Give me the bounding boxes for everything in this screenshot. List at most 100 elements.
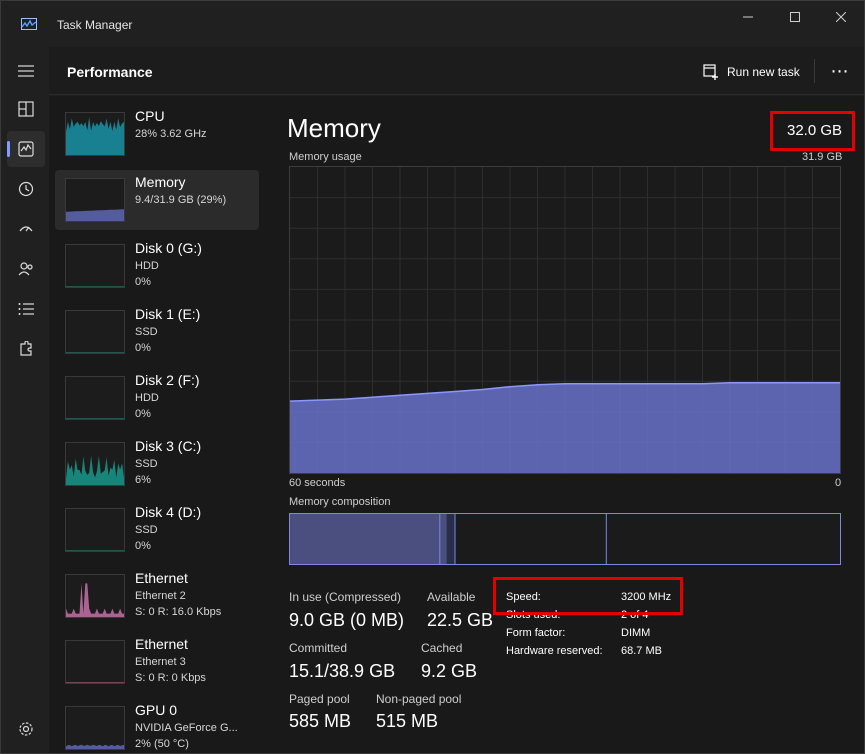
- device-item[interactable]: Disk 4 (D:) SSD 0%: [55, 500, 259, 560]
- thumbnail-area: [66, 418, 124, 419]
- device-item[interactable]: Ethernet Ethernet 2 S: 0 R: 16.0 Kbps: [55, 566, 259, 626]
- device-item[interactable]: Disk 2 (F:) HDD 0%: [55, 368, 259, 428]
- detail-title: Memory: [287, 113, 381, 143]
- close-icon: [836, 12, 846, 22]
- device-detail-line: SSD: [135, 326, 158, 338]
- device-item[interactable]: GPU 0 NVIDIA GeForce G... 2% (50 °C): [55, 698, 259, 754]
- thumbnail-svg: [66, 583, 124, 617]
- nav-users[interactable]: [7, 251, 45, 287]
- in-use-value: 9.0 GB (0 MB): [289, 610, 405, 630]
- device-thumbnail-graph: [65, 112, 125, 156]
- thumbnail-area: [66, 682, 124, 683]
- form-factor-value: DIMM: [621, 627, 651, 639]
- gear-icon: [19, 722, 33, 736]
- device-item[interactable]: Disk 3 (C:) SSD 6%: [55, 434, 259, 494]
- device-name: GPU 0: [135, 702, 178, 718]
- available-label: Available: [427, 590, 476, 604]
- memory-composition-svg: [290, 514, 607, 564]
- thumbnail-svg: [66, 744, 124, 749]
- device-name: Disk 0 (G:): [135, 240, 202, 256]
- device-thumbnail-graph: [65, 706, 125, 750]
- device-detail-line: 28% 3.62 GHz: [135, 128, 207, 140]
- window-title: Task Manager: [57, 18, 133, 32]
- title-bar: Task Manager: [1, 1, 864, 47]
- device-name: Disk 3 (C:): [135, 438, 202, 454]
- memory-usage-svg: [289, 167, 840, 473]
- device-detail-line: 6%: [135, 474, 151, 486]
- device-name: Ethernet: [135, 570, 188, 586]
- device-item[interactable]: CPU 28% 3.62 GHz: [55, 104, 259, 164]
- thumbnail-svg: [66, 682, 124, 683]
- thumbnail-area: [66, 744, 124, 749]
- device-name: Memory: [135, 174, 186, 190]
- device-item[interactable]: Ethernet Ethernet 3 S: 0 R: 0 Kbps: [55, 632, 259, 692]
- run-new-task-button[interactable]: Run new task: [703, 61, 800, 83]
- composition-modified: [446, 514, 456, 564]
- paged-pool-label: Paged pool: [289, 692, 350, 706]
- usage-chart-label: Memory usage: [289, 151, 362, 163]
- maximize-button[interactable]: [772, 7, 818, 27]
- device-detail-line: HDD: [135, 392, 159, 404]
- usage-chart-max: 31.9 GB: [802, 151, 843, 163]
- services-icon: [20, 341, 32, 356]
- device-item[interactable]: Disk 1 (E:) SSD 0%: [55, 302, 259, 362]
- available-value: 22.5 GB: [427, 610, 494, 630]
- nav-app-history[interactable]: [7, 171, 45, 207]
- app-history-icon: [18, 181, 34, 197]
- more-options-button[interactable]: ⋯: [827, 59, 853, 83]
- device-detail-line: 0%: [135, 408, 151, 420]
- committed-value: 15.1/38.9 GB: [289, 661, 396, 681]
- thumbnail-area: [66, 455, 124, 485]
- device-detail-line: SSD: [135, 458, 158, 470]
- performance-main: CPU 28% 3.62 GHz Memory 9.4/31.9 GB (29%) Di…: [49, 96, 864, 753]
- device-thumbnail-graph: [65, 442, 125, 486]
- close-button[interactable]: [818, 7, 864, 27]
- device-detail-line: HDD: [135, 260, 159, 272]
- nav-startup-apps[interactable]: [7, 211, 45, 247]
- x-axis-left-label: 60 seconds: [289, 477, 346, 489]
- settings-button[interactable]: [7, 711, 45, 747]
- thumbnail-svg: [66, 209, 124, 221]
- device-detail-line: 0%: [135, 342, 151, 354]
- device-detail-line: S: 0 R: 0 Kbps: [135, 672, 206, 684]
- device-detail-line: 9.4/31.9 GB (29%): [135, 194, 227, 206]
- thumbnail-svg: [66, 418, 124, 419]
- maximize-icon: [790, 12, 800, 22]
- users-icon: [18, 262, 33, 276]
- composition-label: Memory composition: [289, 496, 391, 508]
- run-new-task-icon: [703, 64, 718, 80]
- device-list: CPU 28% 3.62 GHz Memory 9.4/31.9 GB (29%) Di…: [55, 104, 259, 754]
- device-thumbnail-graph: [65, 244, 125, 288]
- device-name: Disk 4 (D:): [135, 504, 202, 520]
- thumbnail-svg: [66, 550, 124, 551]
- device-item[interactable]: Disk 0 (G:) HDD 0%: [55, 236, 259, 296]
- device-thumbnail-graph: [65, 640, 125, 684]
- in-use-label: In use (Compressed): [289, 590, 402, 604]
- nav-performance[interactable]: [7, 131, 45, 167]
- run-new-task-label: Run new task: [727, 65, 800, 79]
- thumbnail-svg: [66, 286, 124, 287]
- composition-in-use: [290, 514, 447, 564]
- task-manager-app-icon: [21, 18, 37, 30]
- thumbnail-svg: [66, 455, 124, 485]
- hardware-reserved-value: 68.7 MB: [621, 645, 662, 657]
- nav-processes[interactable]: [7, 91, 45, 127]
- cached-label: Cached: [421, 641, 463, 655]
- hamburger-menu-button[interactable]: [7, 53, 45, 89]
- device-name: CPU: [135, 108, 165, 124]
- device-detail-line: NVIDIA GeForce G...: [135, 722, 238, 734]
- minimize-button[interactable]: [725, 7, 771, 27]
- nav-details[interactable]: [7, 291, 45, 327]
- device-thumbnail-graph: [65, 310, 125, 354]
- device-detail-line: SSD: [135, 524, 158, 536]
- device-detail-line: Ethernet 3: [135, 656, 186, 668]
- device-detail-line: 0%: [135, 540, 151, 552]
- memory-usage-chart: [289, 166, 841, 474]
- committed-label: Committed: [289, 641, 348, 655]
- device-name: Ethernet: [135, 636, 188, 652]
- nav-services[interactable]: [7, 331, 45, 367]
- device-item[interactable]: Memory 9.4/31.9 GB (29%): [55, 170, 259, 230]
- active-indicator: [7, 141, 10, 157]
- cached-value: 9.2 GB: [421, 661, 478, 681]
- thumbnail-svg: [66, 117, 124, 155]
